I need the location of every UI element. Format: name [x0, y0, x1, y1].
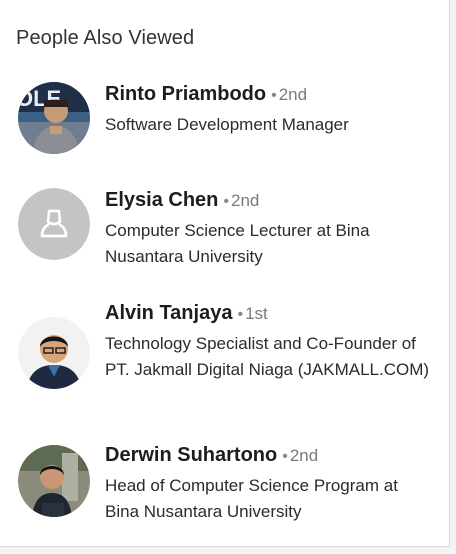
person-text: Derwin Suhartono • 2nd Head of Computer Sc…	[105, 443, 435, 525]
person-text: Rinto Priambodo • 2nd Software Development…	[105, 82, 435, 138]
person-item[interactable]: Elysia Chen • 2nd Computer Science Lecture…	[18, 188, 438, 268]
person-item[interactable]: Alvin Tanjaya • 1st Technology Specialist …	[18, 301, 438, 411]
name-line: Derwin Suhartono • 2nd	[105, 443, 435, 469]
person-name[interactable]: Elysia Chen	[105, 189, 218, 211]
avatar[interactable]	[18, 445, 90, 517]
person-headline: Head of Computer Science Program at Bina…	[105, 476, 398, 521]
person-headline: Computer Science Lecturer at Bina Nusant…	[105, 221, 370, 266]
connection-degree: 2nd	[231, 191, 260, 210]
people-also-viewed-card: People Also Viewed OLE Rinto Priambodo • 2…	[0, 0, 450, 547]
connection-degree: 2nd	[289, 446, 319, 465]
name-line: Rinto Priambodo • 2nd	[105, 82, 435, 108]
avatar[interactable]	[18, 317, 90, 389]
avatar[interactable]: OLE	[18, 82, 90, 154]
connection-degree: 1st	[245, 304, 268, 323]
separator-dot-icon: •	[237, 306, 244, 323]
name-line: Elysia Chen • 2nd	[105, 188, 435, 214]
person-item[interactable]: Derwin Suhartono • 2nd Head of Computer Sc…	[18, 443, 438, 523]
person-headline: Technology Specialist and Co-Founder of …	[105, 334, 430, 379]
person-headline: Software Development Manager	[105, 115, 349, 134]
separator-dot-icon: •	[271, 87, 277, 104]
separator-dot-icon: •	[282, 448, 288, 465]
name-line: Alvin Tanjaya • 1st	[105, 301, 435, 327]
person-name[interactable]: Derwin Suhartono	[105, 444, 277, 466]
person-name[interactable]: Rinto Priambodo	[105, 83, 266, 105]
person-item[interactable]: OLE Rinto Priambodo • 2nd Software Develop…	[18, 82, 438, 154]
person-text: Alvin Tanjaya • 1st Technology Specialist …	[105, 301, 435, 383]
connection-degree: 2nd	[278, 85, 308, 104]
section-title: People Also Viewed	[16, 27, 195, 49]
person-name[interactable]: Alvin Tanjaya	[105, 302, 232, 324]
person-silhouette-icon	[18, 188, 90, 260]
person-text: Elysia Chen • 2nd Computer Science Lecture…	[105, 188, 435, 270]
separator-dot-icon: •	[223, 193, 229, 210]
avatar[interactable]	[18, 188, 90, 260]
